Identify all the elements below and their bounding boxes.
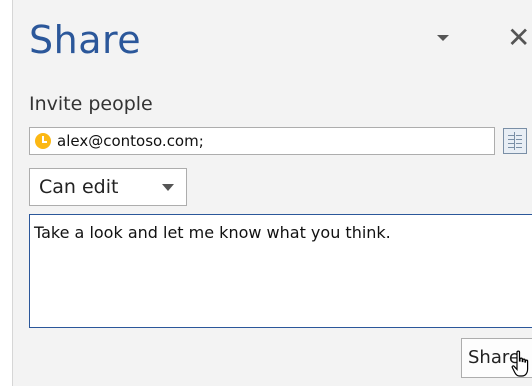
hand-cursor-icon <box>511 350 529 377</box>
message-text: Take a look and let me know what you thi… <box>34 223 391 242</box>
share-pane: Share ✕ Invite people alex@contoso.com; … <box>12 0 532 386</box>
address-book-icon[interactable] <box>503 128 527 154</box>
invite-people-label: Invite people <box>29 93 153 115</box>
task-pane-options-icon[interactable] <box>432 26 454 46</box>
close-icon[interactable]: ✕ <box>507 24 530 52</box>
invite-recipient: alex@contoso.com; <box>57 132 204 150</box>
permission-selected-value: Can edit <box>39 176 119 198</box>
permission-dropdown[interactable]: Can edit <box>29 168 187 206</box>
message-textarea[interactable]: Take a look and let me know what you thi… <box>29 214 532 328</box>
chevron-down-icon <box>162 184 174 191</box>
invite-people-input[interactable]: alex@contoso.com; <box>29 127 495 155</box>
presence-away-icon <box>35 133 51 149</box>
pane-title: Share <box>29 18 142 62</box>
